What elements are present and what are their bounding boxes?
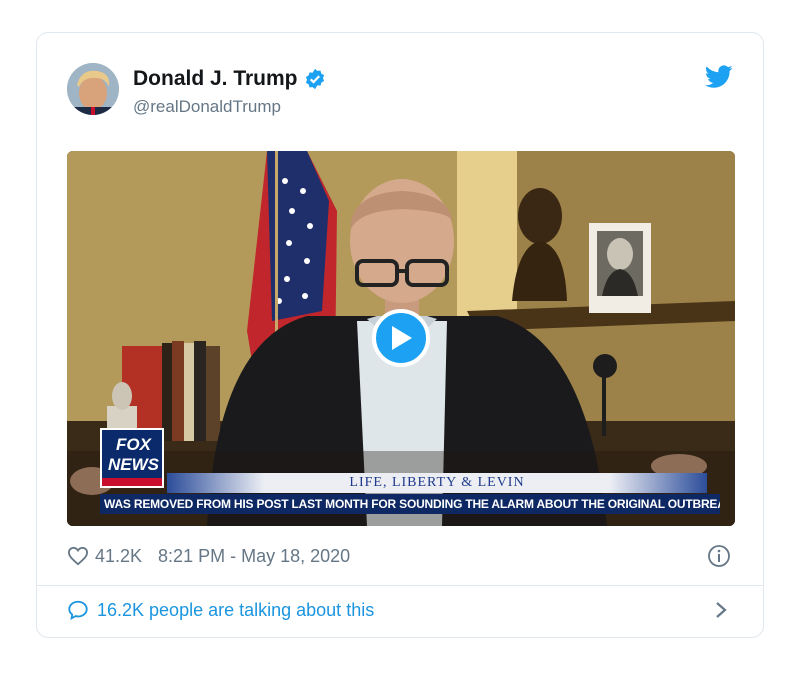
author-name-row: Donald J. Trump (133, 67, 326, 91)
logo-line2: NEWS (108, 455, 159, 474)
logo-stripe (102, 478, 162, 486)
chyron: WAS REMOVED FROM HIS POST LAST MONTH FOR… (100, 494, 720, 514)
avatar-image (67, 63, 119, 115)
author-handle[interactable]: @realDonaldTrump (133, 97, 281, 117)
tweet-header: Donald J. Trump @realDonaldTrump (67, 63, 733, 119)
tweet-meta: 41.2K 8:21 PM - May 18, 2020 (67, 543, 733, 569)
conversation-link[interactable]: 16.2K people are talking about this (67, 595, 733, 625)
like-count[interactable]: 41.2K (95, 546, 142, 567)
author-name[interactable]: Donald J. Trump (133, 67, 298, 91)
divider (37, 585, 763, 586)
verified-badge-icon (305, 68, 324, 90)
conversation-label: 16.2K people are talking about this (97, 599, 375, 620)
play-button[interactable] (372, 309, 430, 367)
tweet-card: Donald J. Trump @realDonaldTrump FOX NEW… (36, 32, 764, 638)
show-title-banner: LIFE, LIBERTY & LEVIN (167, 473, 707, 493)
timestamp-link[interactable]: 8:21 PM - May 18, 2020 (158, 546, 350, 567)
video-player[interactable]: FOX NEWS LIFE, LIBERTY & LEVIN WAS REMOV… (67, 151, 735, 526)
speech-bubble-icon (68, 600, 88, 620)
chevron-right-icon (716, 602, 727, 618)
info-icon[interactable] (707, 544, 731, 568)
logo-line1: FOX (116, 435, 151, 454)
fox-news-logo: FOX NEWS (100, 428, 164, 488)
twitter-bird-icon[interactable] (705, 65, 733, 89)
avatar[interactable] (67, 63, 119, 115)
play-icon (392, 326, 412, 350)
heart-icon[interactable] (67, 546, 89, 566)
